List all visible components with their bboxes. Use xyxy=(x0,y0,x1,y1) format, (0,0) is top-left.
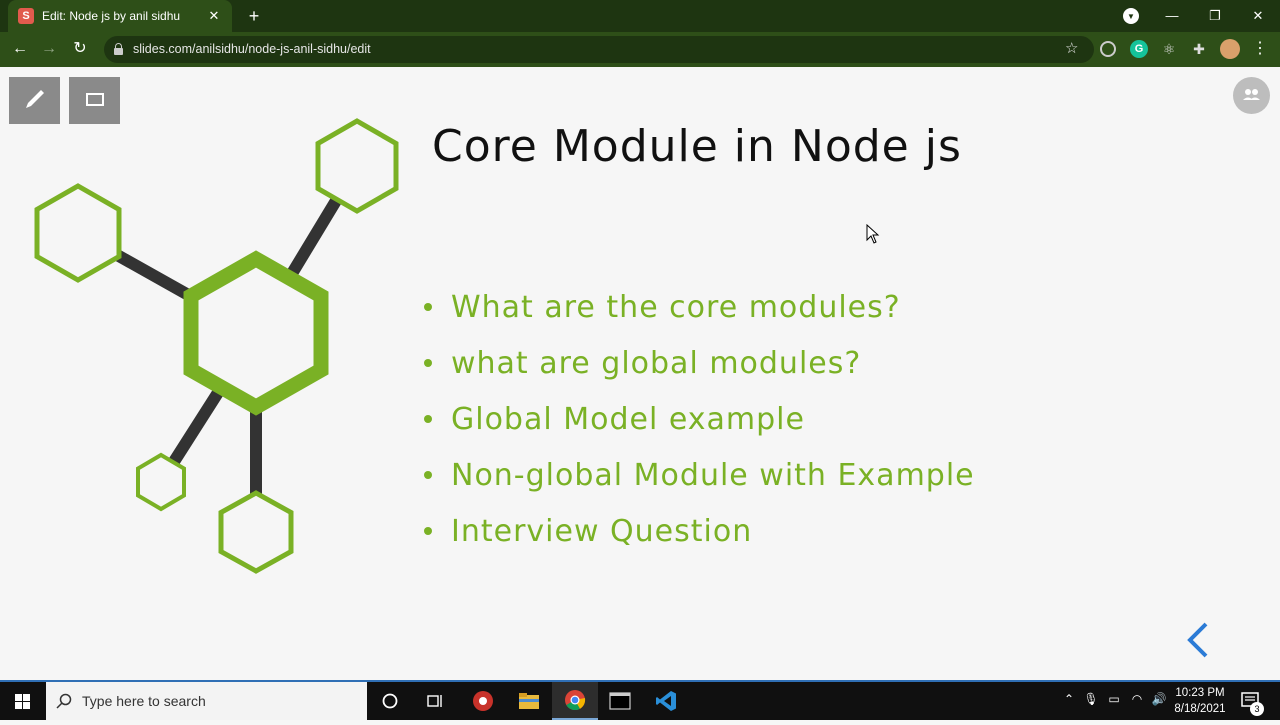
bullet-item: Non-global Module with Example xyxy=(420,447,975,503)
battery-icon[interactable]: ▭ xyxy=(1105,692,1123,706)
address-bar[interactable]: slides.com/anilsidhu/node-js-anil-sidhu/… xyxy=(104,36,1094,63)
hexagon-network-graphic xyxy=(34,118,399,574)
tab-close-icon[interactable]: ✕ xyxy=(206,8,222,24)
minimize-button[interactable]: — xyxy=(1160,4,1184,28)
bullet-text: what are global modules? xyxy=(451,345,862,381)
search-icon xyxy=(56,693,72,709)
profile-avatar[interactable] xyxy=(1220,39,1240,59)
bullet-list[interactable]: What are the core modules? what are glob… xyxy=(420,279,975,559)
taskbar-app-terminal[interactable] xyxy=(597,682,643,720)
bookmark-star-icon[interactable]: ☆ xyxy=(1065,39,1078,57)
lock-icon[interactable] xyxy=(114,43,123,55)
bullet-text: Global Model example xyxy=(451,401,805,437)
back-button[interactable]: ← xyxy=(9,38,31,60)
forward-button[interactable]: → xyxy=(38,38,60,60)
bullet-dot xyxy=(424,359,432,367)
new-tab-button[interactable]: + xyxy=(244,6,264,26)
cortana-circle-icon xyxy=(382,693,398,709)
reload-button[interactable]: ↻ xyxy=(69,38,91,60)
cortana-button[interactable] xyxy=(367,682,413,720)
taskbar-search-box[interactable]: Type here to search xyxy=(46,682,367,720)
slides-favicon-icon: S xyxy=(18,8,34,24)
hexagon-small-bottom xyxy=(218,490,294,574)
screen-recorder-icon xyxy=(473,691,493,711)
hexagon-center xyxy=(183,250,329,416)
url-text: slides.com/anilsidhu/node-js-anil-sidhu/… xyxy=(133,42,371,56)
bullet-item: what are global modules? xyxy=(420,335,975,391)
bullet-dot xyxy=(424,303,432,311)
extensions-puzzle-icon[interactable]: ✚ xyxy=(1190,40,1208,58)
people-icon xyxy=(1243,89,1260,100)
hexagon-small-top xyxy=(315,118,399,214)
bullet-item: Global Model example xyxy=(420,391,975,447)
bullet-item: What are the core modules? xyxy=(420,279,975,335)
tab-title: Edit: Node js by anil sidhu xyxy=(42,9,181,23)
taskbar-app-recorder[interactable] xyxy=(460,682,506,720)
restore-button[interactable]: ❐ xyxy=(1203,4,1227,28)
clock-date: 8/18/2021 xyxy=(1174,703,1226,715)
windows-taskbar: Type here to search ⌃ 🎙 ▭ ◠ 🔊 10:23 PM 8… xyxy=(0,680,1280,720)
taskbar-app-vscode[interactable] xyxy=(643,682,689,720)
hexagon-tiny xyxy=(136,452,186,512)
taskbar-app-file-explorer[interactable] xyxy=(506,682,552,720)
system-clock[interactable]: 10:23 PM 8/18/2021 xyxy=(1170,685,1230,717)
bullet-text: Non-global Module with Example xyxy=(451,457,975,493)
tab-search-icon[interactable]: ▼ xyxy=(1123,8,1139,24)
search-placeholder: Type here to search xyxy=(82,693,206,709)
bullet-text: What are the core modules? xyxy=(451,289,901,325)
hexagon-small-left xyxy=(34,183,122,283)
browser-tab[interactable]: S Edit: Node js by anil sidhu ✕ xyxy=(8,0,232,32)
bullet-dot xyxy=(424,471,432,479)
task-view-icon xyxy=(427,695,442,707)
taskbar-app-chrome[interactable] xyxy=(552,682,598,720)
tray-overflow-chevron-icon[interactable]: ⌃ xyxy=(1060,692,1078,706)
mouse-cursor-icon xyxy=(866,224,880,244)
extension-record-icon[interactable] xyxy=(1100,41,1116,57)
volume-icon[interactable]: 🔊 xyxy=(1150,692,1168,706)
collaborators-button[interactable] xyxy=(1233,77,1270,114)
browser-toolbar: ← → ↻ slides.com/anilsidhu/node-js-anil-… xyxy=(0,32,1280,67)
bullet-text: Interview Question xyxy=(451,513,753,549)
task-view-button[interactable] xyxy=(412,682,458,720)
browser-tab-bar: S Edit: Node js by anil sidhu ✕ + ▼ — ❐ … xyxy=(0,0,1280,32)
start-button[interactable] xyxy=(0,682,45,720)
bullet-dot xyxy=(424,415,432,423)
windows-logo-icon xyxy=(15,694,30,709)
slide-title[interactable]: Core Module in Node js xyxy=(432,121,962,172)
chrome-icon xyxy=(565,690,586,711)
folder-icon xyxy=(519,693,539,709)
notification-count-badge: 3 xyxy=(1250,702,1264,716)
bullet-dot xyxy=(424,527,432,535)
microphone-icon[interactable]: 🎙 xyxy=(1082,692,1100,706)
slide-editor-viewport: Core Module in Node js What are the core… xyxy=(0,67,1280,680)
close-window-button[interactable]: ✕ xyxy=(1246,4,1270,28)
vscode-icon xyxy=(656,691,676,711)
browser-menu-icon[interactable]: ⋮ xyxy=(1252,38,1268,60)
bullet-item: Interview Question xyxy=(420,503,975,559)
clock-time: 10:23 PM xyxy=(1175,687,1225,699)
wifi-icon[interactable]: ◠ xyxy=(1128,692,1146,706)
terminal-icon xyxy=(609,692,631,710)
previous-slide-chevron-icon[interactable] xyxy=(1180,620,1214,660)
grammarly-icon[interactable]: G xyxy=(1130,40,1148,58)
react-devtools-icon[interactable]: ⚛ xyxy=(1160,40,1178,58)
